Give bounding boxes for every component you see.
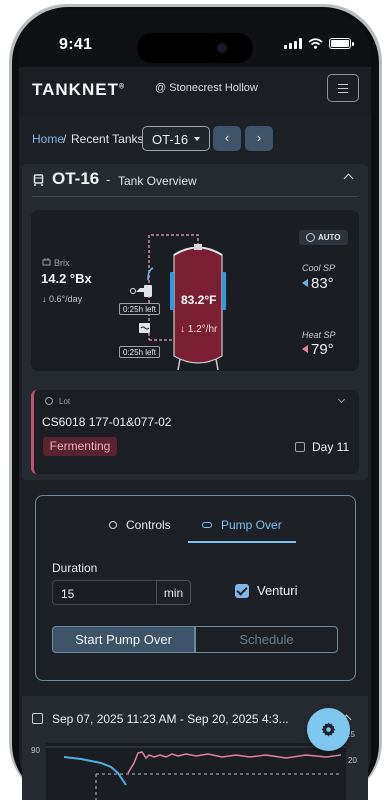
brix-rate: ↓ 0.6°/day <box>42 294 83 304</box>
next-tank-button[interactable]: › <box>245 126 273 151</box>
tank-select-dropdown[interactable]: OT-16 <box>142 126 210 151</box>
heat-arrow-icon <box>302 345 308 353</box>
tab-pump-over[interactable]: Pump Over <box>202 518 282 532</box>
prev-tank-button[interactable]: ‹ <box>213 126 241 151</box>
cool-sp-label: Cool SP <box>302 263 336 273</box>
cool-arrow-icon <box>302 279 308 287</box>
app-logo[interactable]: TANKNET® <box>32 80 125 100</box>
duration-input[interactable]: 15 <box>52 580 158 605</box>
lot-card[interactable] <box>31 390 359 474</box>
history-graph <box>46 743 346 800</box>
brix-label: Brix <box>54 258 70 268</box>
fermentation-day: Day 11 <box>312 440 350 454</box>
temperature-rate: ↓ 1.2°/hr <box>180 324 218 335</box>
hamburger-menu-button[interactable] <box>327 74 359 102</box>
brix-icon <box>42 258 51 266</box>
auto-icon <box>306 233 315 242</box>
cool-sp-value[interactable]: 83° <box>302 275 334 292</box>
status-badge: Fermenting <box>43 437 117 456</box>
heat-sp-value[interactable]: 79° <box>302 341 334 358</box>
axis-label-left: 90 <box>31 746 40 755</box>
title-separator: - <box>106 172 111 187</box>
controls-icon <box>109 521 117 529</box>
venturi-label[interactable]: Venturi <box>257 583 297 598</box>
tank-select-value: OT-16 <box>152 132 189 147</box>
gear-icon <box>321 722 336 737</box>
duration-label: Duration <box>52 561 98 575</box>
schedule-button[interactable]: Schedule <box>195 626 338 653</box>
tab-controls[interactable]: Controls <box>109 518 171 532</box>
lot-label: Lot <box>59 397 71 406</box>
tank-temperature: 83.2°F <box>181 293 217 307</box>
calendar-icon <box>32 713 43 724</box>
breadcrumb-recent-tanks: Recent Tanks: <box>71 132 147 146</box>
breadcrumb-separator: / <box>63 132 67 146</box>
cool-jacket-left <box>170 272 174 310</box>
valve-timer-top: 0:25h left <box>119 303 160 315</box>
duration-unit: min <box>156 580 191 605</box>
settings-fab-button[interactable] <box>307 708 350 751</box>
pump-icon <box>202 522 212 528</box>
auto-mode-badge[interactable]: AUTO <box>299 230 348 245</box>
start-pump-over-button[interactable]: Start Pump Over <box>52 626 195 653</box>
divider <box>32 196 358 197</box>
section-title: Tank Overview <box>118 174 197 188</box>
lot-icon <box>45 397 53 405</box>
heat-sp-label: Heat SP <box>302 330 336 340</box>
brix-value: 14.2 °Bx <box>41 271 92 286</box>
tank-name: OT-16 <box>52 169 100 188</box>
axis-label-right-bottom: 20 <box>348 756 357 765</box>
valve-timer-bottom: 0:25h left <box>119 346 160 358</box>
caret-down-icon <box>194 137 200 141</box>
calendar-icon <box>295 442 305 452</box>
lot-value: CS6018 177-01&077-02 <box>42 415 172 429</box>
date-range[interactable]: Sep 07, 2025 11:23 AM - Sep 20, 2025 4:3… <box>52 712 289 726</box>
active-tab-indicator <box>188 541 296 543</box>
location-label: @ Stonecrest Hollow <box>155 82 258 94</box>
venturi-checkbox[interactable] <box>235 584 249 598</box>
cool-jacket-right <box>222 272 226 310</box>
breadcrumb-home-link[interactable]: Home <box>32 132 64 146</box>
tank-icon <box>33 174 44 186</box>
